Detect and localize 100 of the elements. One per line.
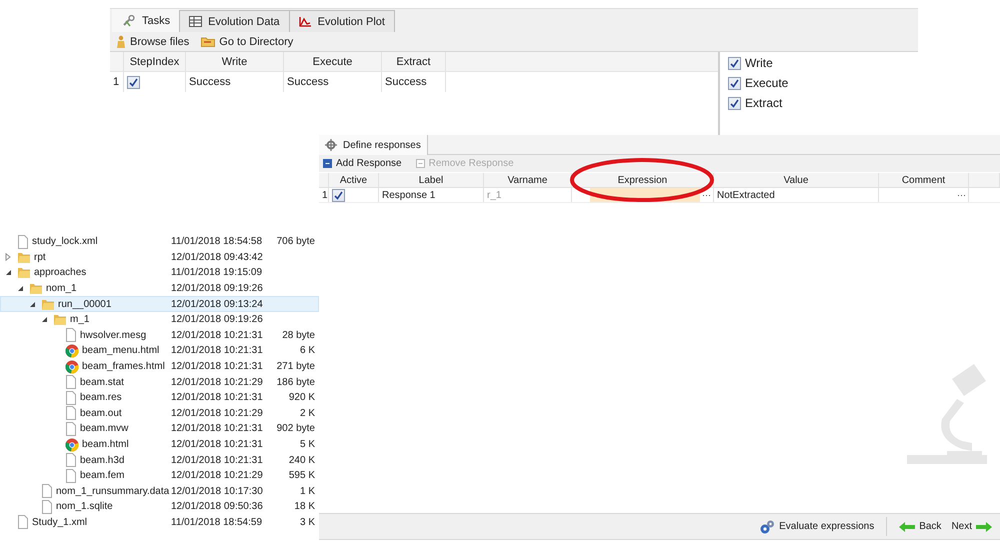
folder-icon [17, 250, 31, 264]
back-button[interactable]: Back [895, 521, 946, 532]
tab[interactable]: Define responses [319, 135, 428, 155]
file-icon [17, 515, 29, 530]
file-size: 2 K [298, 408, 315, 419]
check-icon [129, 78, 138, 86]
tree-row[interactable]: beam.mvw 12/01/2018 10:21:31 902 byte [0, 421, 319, 437]
column-header[interactable]: Execute [284, 52, 382, 71]
toolbar-button[interactable]: Browse files [112, 35, 194, 48]
checkbox[interactable] [127, 76, 140, 88]
column-header[interactable]: StepIndex [124, 52, 186, 71]
column-header[interactable]: Expression [572, 173, 714, 187]
option-label: Execute [745, 76, 788, 90]
file-icon [65, 468, 77, 483]
option-label: Write [745, 56, 773, 70]
chart-icon [298, 16, 312, 27]
file-name: beam_frames.html [82, 361, 165, 372]
file-size: 28 byte [281, 330, 315, 341]
modified-date: 12/01/2018 10:21:31 [171, 423, 264, 434]
tab[interactable]: Evolution Plot [288, 10, 395, 32]
folder-icon [53, 313, 67, 326]
file-icon [65, 375, 77, 390]
modified-date: 12/01/2018 10:21:31 [171, 345, 264, 356]
file-size: 271 byte [276, 361, 315, 372]
column-header[interactable]: Write [186, 52, 284, 71]
browse-button[interactable]: ··· [955, 190, 968, 200]
file-size: 920 K [288, 392, 315, 404]
left-arrow-icon [899, 522, 916, 532]
toolbar-button[interactable]: Go to Directory [197, 36, 298, 48]
modified-date: 11/01/2018 18:54:58 [171, 236, 264, 248]
toolbar-button[interactable]: Add Response [319, 158, 406, 169]
modified-date: 12/01/2018 10:21:31 [171, 454, 264, 466]
table-cell: Success [284, 72, 382, 92]
modified-date: 12/01/2018 10:21:31 [171, 361, 264, 372]
column-header[interactable]: Extract [382, 52, 446, 71]
checkbox[interactable] [728, 96, 741, 110]
folder-icon [17, 266, 31, 280]
tab[interactable]: Tasks [112, 9, 180, 32]
file-name: approaches [34, 267, 86, 278]
right-arrow-icon [976, 522, 992, 532]
modified-date: 12/01/2018 10:21:31 [171, 439, 264, 450]
tree-row[interactable]: beam.fem 12/01/2018 10:21:29 595 K [0, 468, 319, 484]
tab[interactable]: Evolution Data [179, 10, 290, 32]
checkbox[interactable] [728, 56, 741, 70]
tree-row[interactable]: approaches 11/01/2018 19:15:09 [0, 265, 319, 281]
tree-row[interactable]: study_lock.xml 11/01/2018 18:54:58 706 byte [0, 234, 319, 250]
file-icon [65, 406, 77, 420]
tree-row[interactable]: beam.h3d 12/01/2018 10:21:31 240 K [0, 452, 319, 468]
file-name: beam.res [80, 392, 122, 404]
checkbox[interactable] [332, 188, 345, 202]
file-name: beam.h3d [80, 454, 124, 466]
tree-row[interactable]: rpt 12/01/2018 09:43:42 [0, 250, 319, 266]
column-header[interactable]: Varname [484, 173, 572, 187]
tree-row[interactable]: nom_1_runsummary.data 12/01/2018 10:17:30 1 K [0, 484, 319, 500]
browser-icon [65, 360, 79, 374]
modified-date: 12/01/2018 09:43:42 [171, 252, 264, 263]
gears-icon [759, 518, 776, 534]
check-icon [334, 190, 343, 200]
file-icon [41, 484, 53, 498]
file-name: beam.mvw [80, 423, 128, 434]
folder-icon [41, 298, 55, 311]
tree-row[interactable]: m_1 12/01/2018 09:19:26 [0, 312, 319, 328]
tree-row[interactable]: nom_1.sqlite 12/01/2018 09:50:36 18 K [0, 499, 319, 515]
column-header[interactable]: Active [329, 173, 379, 187]
tree-row[interactable]: beam.stat 12/01/2018 10:21:29 186 byte [0, 374, 319, 390]
file-name: Study_1.xml [32, 516, 88, 528]
column-header[interactable]: Comment [879, 173, 969, 187]
file-name: rpt [34, 252, 46, 263]
table-cell: Success [382, 72, 446, 92]
check-icon [730, 98, 739, 108]
option-label: Extract [745, 96, 782, 110]
file-size: 5 K [298, 439, 315, 450]
column-header[interactable]: Label [379, 173, 484, 187]
modified-date: 12/01/2018 10:21:29 [171, 376, 264, 388]
modified-date: 12/01/2018 10:21:29 [171, 470, 264, 482]
browse-button[interactable]: ··· [700, 190, 713, 200]
modified-date: 12/01/2018 09:19:26 [171, 283, 264, 294]
tree-row[interactable]: Study_1.xml 11/01/2018 18:54:59 3 K [0, 514, 319, 530]
column-header[interactable]: Value [714, 173, 879, 187]
modified-date: 12/01/2018 10:17:30 [171, 486, 264, 497]
tree-row[interactable]: nom_1 12/01/2018 09:19:26 [0, 280, 319, 296]
tree-row[interactable]: beam.html 12/01/2018 10:21:31 5 K [0, 436, 319, 452]
tree-row[interactable]: hwsolver.mesg 12/01/2018 10:21:31 28 byte [0, 328, 319, 344]
file-name: study_lock.xml [32, 236, 98, 248]
evaluate-button[interactable]: Evaluate expressions [755, 518, 878, 534]
tree-row[interactable]: run__00001 12/01/2018 09:13:24 [0, 296, 319, 312]
modified-date: 12/01/2018 09:50:36 [171, 501, 264, 512]
file-size: 3 K [298, 516, 315, 528]
modified-date: 12/01/2018 10:21:29 [171, 408, 264, 419]
checkbox[interactable] [728, 76, 741, 90]
file-name: m_1 [70, 314, 90, 326]
modified-date: 12/01/2018 10:21:31 [171, 392, 264, 404]
file-name: beam.fem [80, 470, 124, 482]
tree-row[interactable]: beam.res 12/01/2018 10:21:31 920 K [0, 390, 319, 406]
next-button[interactable]: Next [947, 521, 996, 532]
tree-row[interactable]: beam_frames.html 12/01/2018 10:21:31 271 byte [0, 358, 319, 374]
tree-row[interactable]: beam_menu.html 12/01/2018 10:21:31 6 K [0, 343, 319, 359]
tree-row[interactable]: beam.out 12/01/2018 10:21:29 2 K [0, 406, 319, 422]
file-size: 240 K [288, 454, 315, 466]
modified-date: 11/01/2018 19:15:09 [171, 267, 264, 278]
